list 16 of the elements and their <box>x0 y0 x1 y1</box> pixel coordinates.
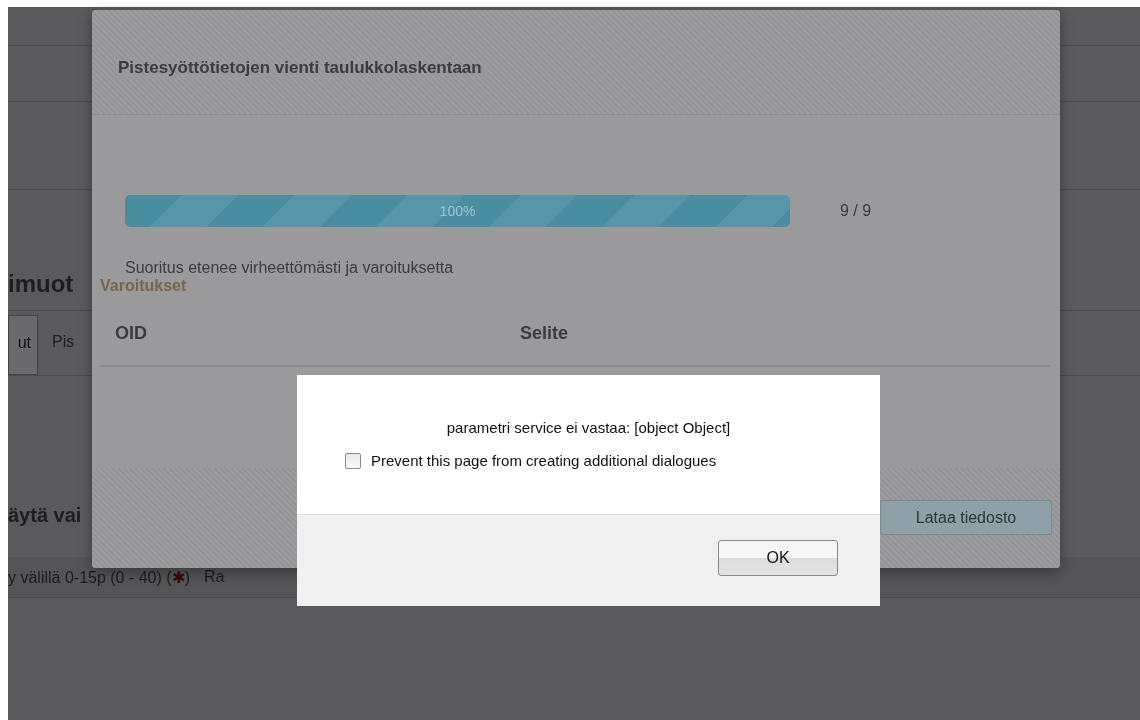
alert-message: parametri service ei vastaa: [object Object] <box>445 419 732 436</box>
checkbox-label[interactable]: Prevent this page from creating additional dialogues <box>371 452 717 469</box>
ok-button[interactable]: OK <box>718 540 838 576</box>
column-header: Selite <box>520 323 569 344</box>
warnings-heading: Varoitukset <box>100 277 188 295</box>
download-button[interactable]: Lataa tiedosto <box>880 500 1052 535</box>
status-message: Suoritus etenee virheettömästi ja varoituksetta <box>125 259 455 277</box>
checkbox[interactable] <box>345 452 361 469</box>
dialog-title: Pistesyöttötietojen vienti taulukkolaskentaan <box>118 58 482 78</box>
column-header: OID <box>115 323 147 344</box>
section-heading: äytä vai <box>8 504 82 527</box>
progress-count: 9 / 9 <box>840 202 872 220</box>
progress-label: 100% <box>439 203 476 219</box>
row-text: Ra <box>203 568 225 586</box>
tab[interactable]: ut <box>8 315 38 375</box>
page-heading: imuot <box>8 270 75 298</box>
